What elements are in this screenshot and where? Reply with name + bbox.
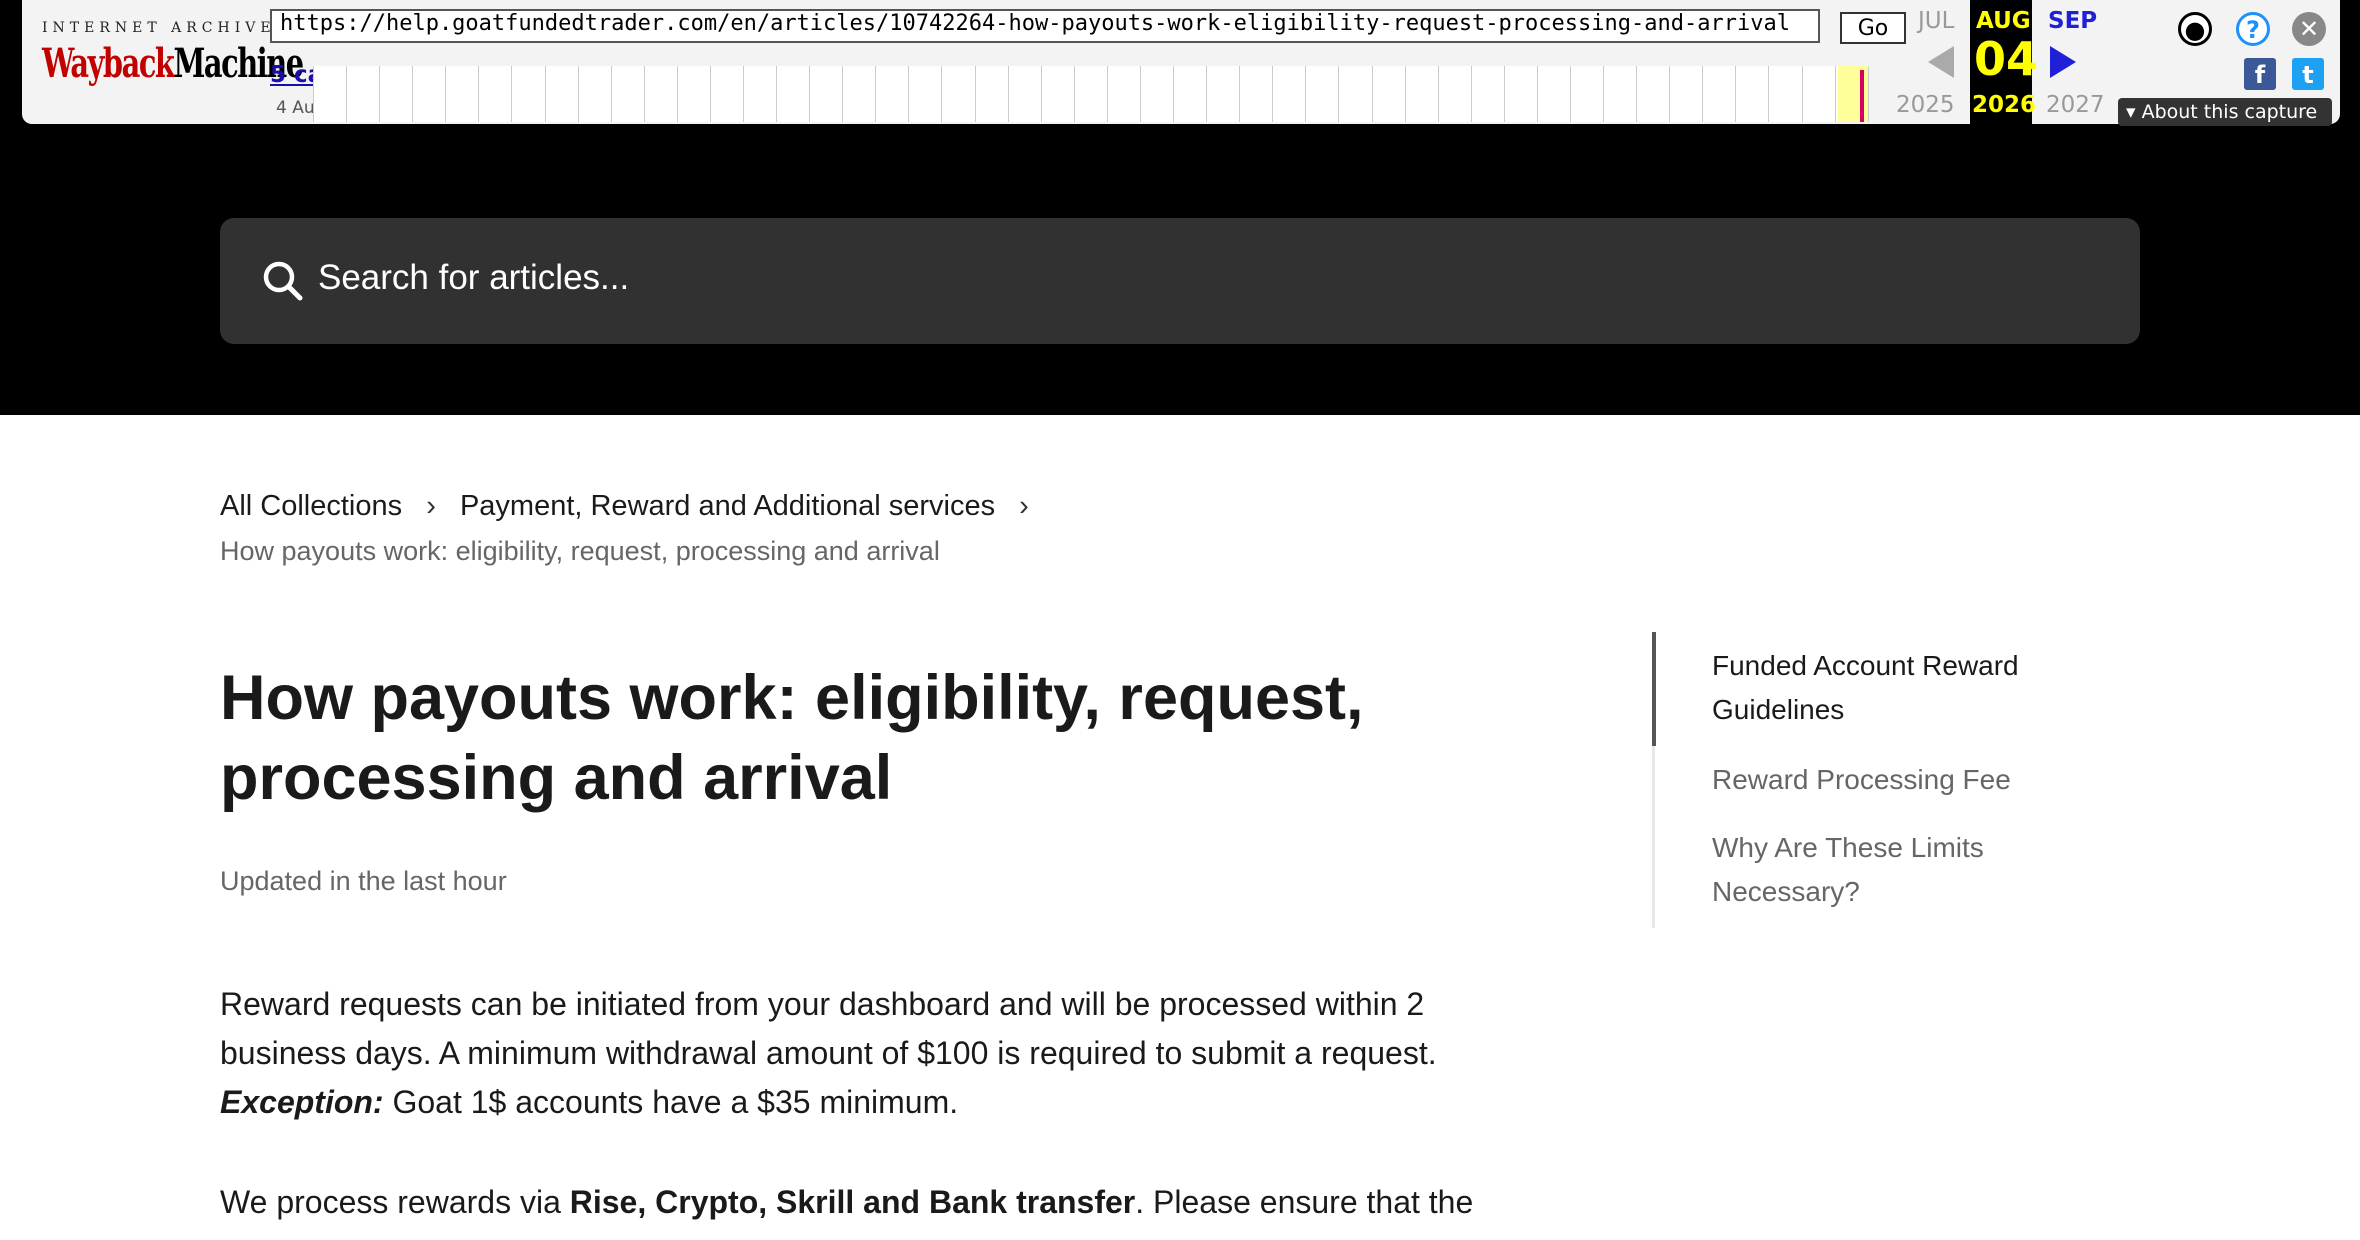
sparkline-cell bbox=[1438, 66, 1472, 122]
sparkline-cell bbox=[512, 66, 546, 122]
sparkline-cell bbox=[1703, 66, 1737, 122]
exception-label: Exception: bbox=[220, 1084, 384, 1120]
breadcrumb-separator: › bbox=[1019, 490, 1029, 522]
toc-item-processing-fee[interactable]: Reward Processing Fee bbox=[1712, 758, 2092, 802]
next-capture-arrow-icon[interactable] bbox=[2050, 46, 2076, 78]
sparkline-cell bbox=[777, 66, 811, 122]
sparkline-cell bbox=[810, 66, 844, 122]
wayback-logo[interactable]: WaybackMachine bbox=[42, 40, 304, 88]
breadcrumb-all-collections[interactable]: All Collections bbox=[220, 490, 402, 523]
prev-year-label[interactable]: 2025 bbox=[1896, 92, 1955, 118]
sparkline-cell bbox=[1405, 66, 1439, 122]
sparkline-cell bbox=[644, 66, 678, 122]
capture-sparkline[interactable] bbox=[313, 66, 1869, 122]
sparkline-cell bbox=[611, 66, 645, 122]
wayback-logo-word-1: Wayback bbox=[42, 40, 175, 87]
sparkline-cell bbox=[1504, 66, 1538, 122]
paragraph-2-start: We process rewards via bbox=[220, 1184, 561, 1220]
sparkline-cell bbox=[1140, 66, 1175, 122]
internet-archive-label: INTERNET ARCHIVE bbox=[42, 20, 276, 36]
breadcrumb: All Collections › Payment, Reward and Ad… bbox=[220, 490, 1045, 523]
sparkline-cell bbox=[1041, 66, 1075, 122]
sparkline-cell bbox=[314, 66, 348, 122]
sparkline-cell bbox=[1339, 66, 1373, 122]
sparkline-cell bbox=[1240, 66, 1274, 122]
next-year-label[interactable]: 2027 bbox=[2046, 92, 2105, 118]
sparkline-cell bbox=[1008, 66, 1042, 122]
wayback-toolbar: INTERNET ARCHIVE WaybackMachine https://… bbox=[0, 0, 2360, 138]
current-year-label: 2026 bbox=[1972, 92, 2037, 118]
twitter-icon[interactable]: t bbox=[2292, 58, 2324, 90]
about-capture-label: About this capture bbox=[2141, 101, 2318, 123]
sparkline-cell bbox=[446, 66, 480, 122]
help-icon[interactable]: ? bbox=[2236, 12, 2270, 46]
wayback-go-button[interactable]: Go bbox=[1840, 12, 1906, 44]
sparkline-cell bbox=[347, 66, 381, 122]
sparkline-cell bbox=[380, 66, 414, 122]
sparkline-cell bbox=[1306, 66, 1340, 122]
sparkline-cell bbox=[975, 66, 1009, 122]
toc-active-indicator bbox=[1652, 632, 1656, 746]
sparkline-cell bbox=[1637, 66, 1671, 122]
breadcrumb-separator: › bbox=[426, 490, 436, 522]
payment-methods: Rise, Crypto, Skrill and Bank transfer bbox=[569, 1184, 1136, 1220]
sparkline-cell bbox=[942, 66, 976, 122]
close-icon[interactable]: ✕ bbox=[2292, 12, 2326, 46]
about-capture-button[interactable]: ▾ About this capture bbox=[2118, 98, 2332, 126]
account-icon[interactable]: ● bbox=[2178, 12, 2212, 46]
sparkline-cell bbox=[1802, 66, 1836, 122]
sparkline-cell bbox=[1471, 66, 1505, 122]
sparkline-cell bbox=[578, 66, 612, 122]
current-day-label: 04 bbox=[1974, 32, 2039, 86]
current-month-label: AUG bbox=[1976, 8, 2031, 34]
sparkline-cell bbox=[1537, 66, 1571, 122]
sparkline-cell bbox=[876, 66, 910, 122]
sparkline-capture-bar[interactable] bbox=[1860, 70, 1864, 122]
breadcrumb-collection[interactable]: Payment, Reward and Additional services bbox=[460, 490, 995, 523]
sparkline-cell bbox=[1174, 66, 1208, 122]
search-input[interactable]: Search for articles... bbox=[220, 218, 2140, 344]
sparkline-cell bbox=[1207, 66, 1241, 122]
wayback-url-input[interactable]: https://help.goatfundedtrader.com/en/art… bbox=[270, 9, 1820, 43]
next-month-label[interactable]: SEP bbox=[2048, 8, 2097, 34]
paragraph-1-text: Reward requests can be initiated from yo… bbox=[220, 986, 1437, 1071]
sparkline-cell bbox=[1372, 66, 1406, 122]
article-paragraph-2: We process rewards via Rise, Crypto, Skr… bbox=[220, 1178, 1520, 1227]
article-paragraph-1: Reward requests can be initiated from yo… bbox=[220, 980, 1520, 1127]
article-updated: Updated in the last hour bbox=[220, 866, 507, 896]
facebook-icon[interactable]: f bbox=[2244, 58, 2276, 90]
breadcrumb-current: How payouts work: eligibility, request, … bbox=[220, 536, 940, 566]
sparkline-cell bbox=[843, 66, 877, 122]
sparkline-cell bbox=[1570, 66, 1605, 122]
exception-text: Goat 1$ accounts have a $35 minimum. bbox=[392, 1084, 959, 1120]
article-title: How payouts work: eligibility, request, … bbox=[220, 663, 1364, 813]
sparkline-cell bbox=[710, 66, 745, 122]
toc-item-reward-guidelines[interactable]: Funded Account Reward Guidelines bbox=[1712, 644, 2092, 732]
sparkline-cell bbox=[479, 66, 513, 122]
sparkline-cell bbox=[413, 66, 447, 122]
sparkline-cell bbox=[1074, 66, 1108, 122]
prev-capture-arrow-icon[interactable] bbox=[1928, 46, 1954, 78]
sparkline-cell bbox=[1736, 66, 1770, 122]
search-icon bbox=[263, 261, 303, 301]
sparkline-cell bbox=[909, 66, 943, 122]
toc-item-limits-necessary[interactable]: Why Are These Limits Necessary? bbox=[1712, 826, 2092, 914]
sparkline-cell bbox=[1670, 66, 1704, 122]
sparkline-cell bbox=[1604, 66, 1638, 122]
paragraph-2-end: . Please ensure that the bbox=[1135, 1184, 1474, 1220]
sparkline-cell bbox=[1769, 66, 1803, 122]
sparkline-cell bbox=[1273, 66, 1307, 122]
sparkline-cell bbox=[545, 66, 579, 122]
search-placeholder: Search for articles... bbox=[318, 258, 630, 297]
sparkline-cell bbox=[744, 66, 778, 122]
site-header: Search for articles... bbox=[0, 138, 2360, 415]
sparkline-cell bbox=[677, 66, 711, 122]
prev-month-label[interactable]: JUL bbox=[1918, 8, 1954, 34]
sparkline-cell bbox=[1107, 66, 1141, 122]
